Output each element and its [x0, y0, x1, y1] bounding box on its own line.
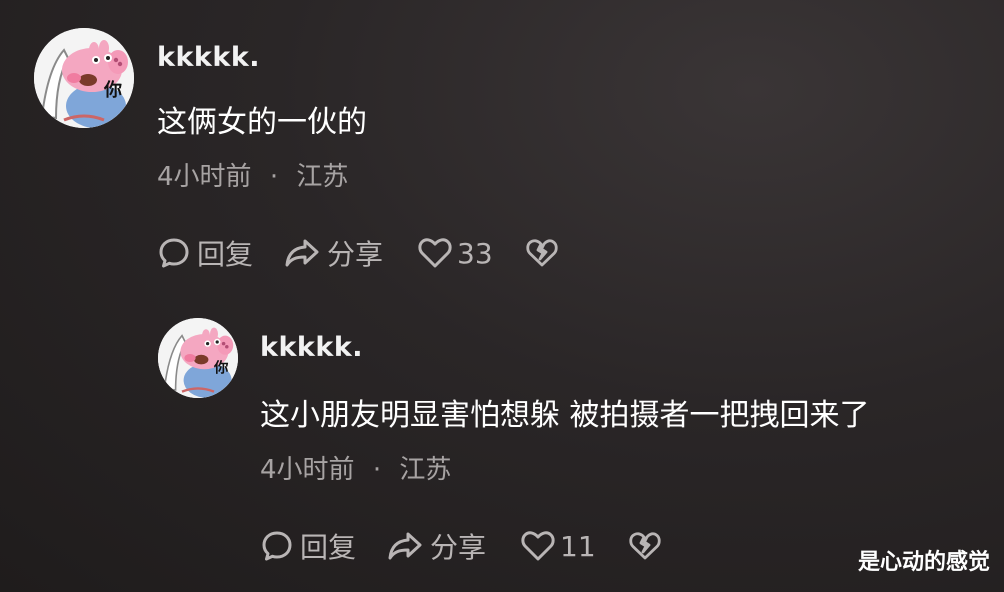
reply-label: 回复	[300, 531, 357, 564]
comment-actions: 回复 分享 33	[157, 233, 559, 273]
broken-heart-icon	[629, 532, 661, 560]
avatar-text: 你	[103, 79, 122, 101]
user-avatar[interactable]: 你	[158, 318, 238, 398]
reply-button[interactable]: 回复	[157, 233, 253, 273]
share-button[interactable]: 分享	[283, 233, 383, 273]
peppa-pig-avatar-icon: 你	[158, 318, 238, 398]
comment-time: 4小时前	[157, 162, 252, 192]
share-button[interactable]: 分享	[386, 526, 486, 566]
like-button[interactable]: 11	[520, 529, 596, 563]
reply-comment-item: 你 kkkkk. 这小朋友明显害怕想躲 被拍摄者一把拽回来了 4小时前 · 江苏…	[0, 300, 1004, 592]
peppa-pig-avatar-icon: 你	[34, 28, 134, 128]
comment-meta: 4小时前 · 江苏	[260, 449, 451, 486]
like-count: 11	[560, 529, 596, 563]
comment-bubble-icon	[159, 238, 189, 268]
broken-heart-icon	[526, 239, 558, 267]
dislike-button[interactable]	[628, 530, 662, 562]
share-label: 分享	[430, 531, 487, 564]
like-count: 33	[457, 236, 493, 270]
meta-separator: ·	[372, 455, 382, 485]
meta-separator: ·	[269, 162, 279, 192]
avatar-text: 你	[213, 358, 229, 376]
reply-label: 回复	[197, 238, 254, 271]
comment-text: 这俩女的一伙的	[157, 105, 367, 140]
user-avatar[interactable]: 你	[34, 28, 134, 128]
comment-location: 江苏	[296, 162, 349, 192]
comment-bubble-icon	[262, 531, 292, 561]
share-arrow-icon	[285, 239, 319, 267]
comment-time: 4小时前	[260, 455, 355, 485]
heart-icon	[521, 531, 555, 561]
comment-item: 你 kkkkk. 这俩女的一伙的 4小时前 · 江苏 回复 分享 33	[0, 0, 1004, 300]
comment-location: 江苏	[399, 455, 452, 485]
username[interactable]: kkkkk.	[157, 42, 260, 73]
heart-icon	[418, 238, 452, 268]
share-label: 分享	[327, 238, 384, 271]
comment-text: 这小朋友明显害怕想躲 被拍摄者一把拽回来了	[260, 398, 870, 433]
reply-button[interactable]: 回复	[260, 526, 356, 566]
watermark-text: 是心动的感觉	[857, 550, 990, 575]
comment-meta: 4小时前 · 江苏	[157, 156, 348, 193]
comment-actions: 回复 分享 11	[260, 526, 662, 566]
share-arrow-icon	[388, 532, 422, 560]
like-button[interactable]: 33	[417, 236, 493, 270]
dislike-button[interactable]	[525, 237, 559, 269]
username[interactable]: kkkkk.	[260, 332, 363, 363]
